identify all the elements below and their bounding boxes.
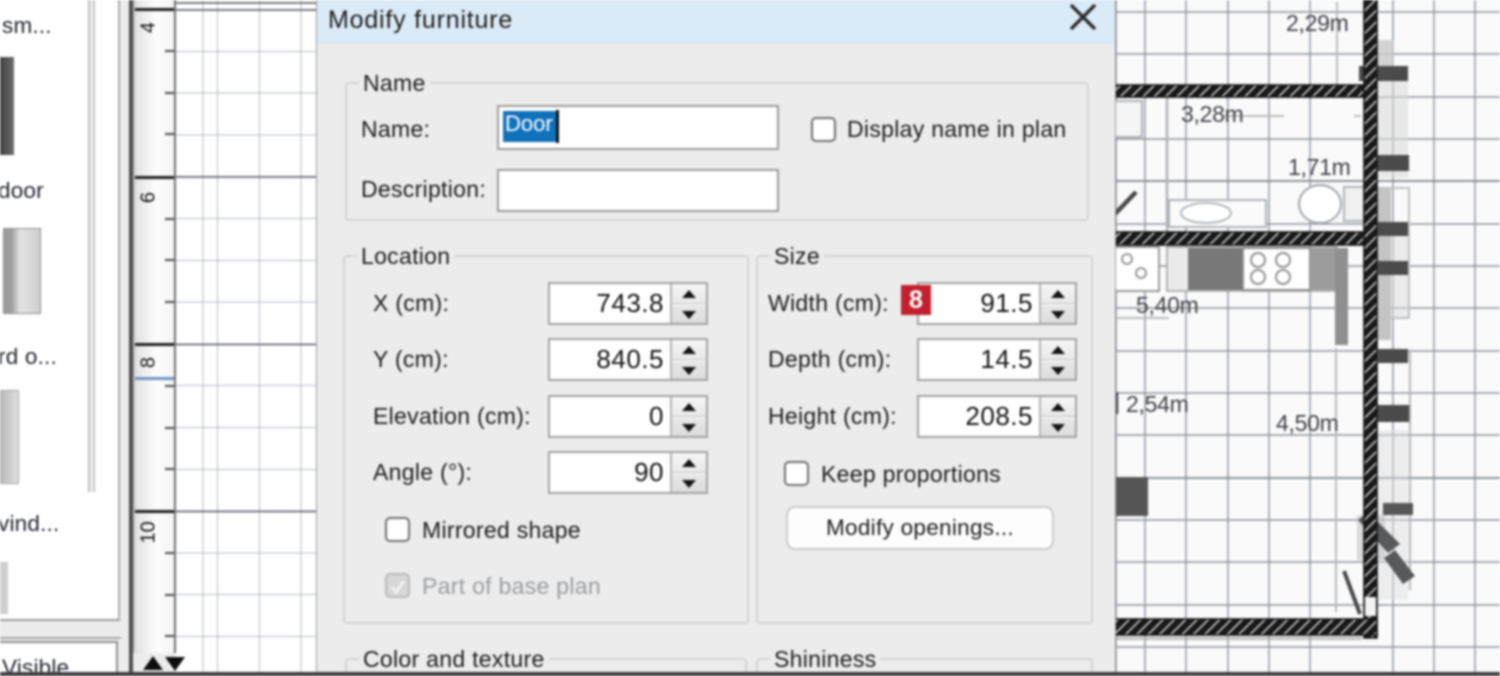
- svg-text:4,50m: 4,50m: [1276, 410, 1338, 436]
- svg-text:3,28m: 3,28m: [1181, 101, 1243, 127]
- svg-text:1,71m: 1,71m: [1288, 154, 1350, 180]
- svg-text:2,29m: 2,29m: [1286, 10, 1348, 36]
- svg-text:5,40m: 5,40m: [1136, 292, 1198, 318]
- svg-text:2,54m: 2,54m: [1126, 391, 1188, 417]
